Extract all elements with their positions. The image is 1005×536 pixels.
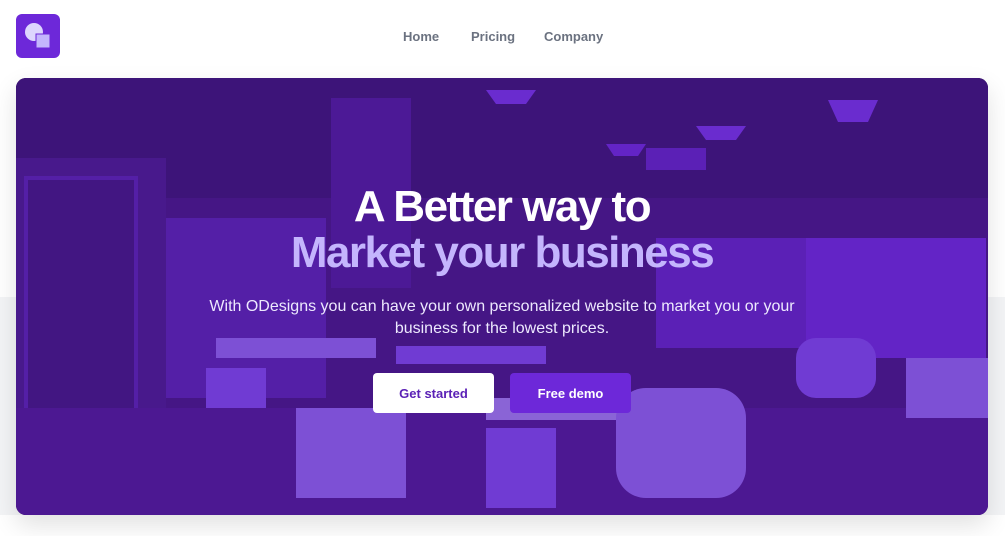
nav-pricing[interactable]: Pricing [471,27,515,47]
hero-title-line2: Market your business [290,228,715,277]
nav-home[interactable]: Home [403,27,439,47]
hero-content: A Better way to Market your business Wit… [16,78,988,515]
hero-title-line1: A Better way to [353,182,652,231]
nav-company[interactable]: Company [544,27,603,47]
main-nav: Home Pricing Company [0,27,1005,47]
free-demo-button[interactable]: Free demo [510,373,631,413]
hero-subtitle: With ODesigns you can have your own pers… [209,298,795,337]
get-started-button[interactable]: Get started [373,373,494,413]
hero-section: A Better way to Market your business Wit… [16,78,988,515]
